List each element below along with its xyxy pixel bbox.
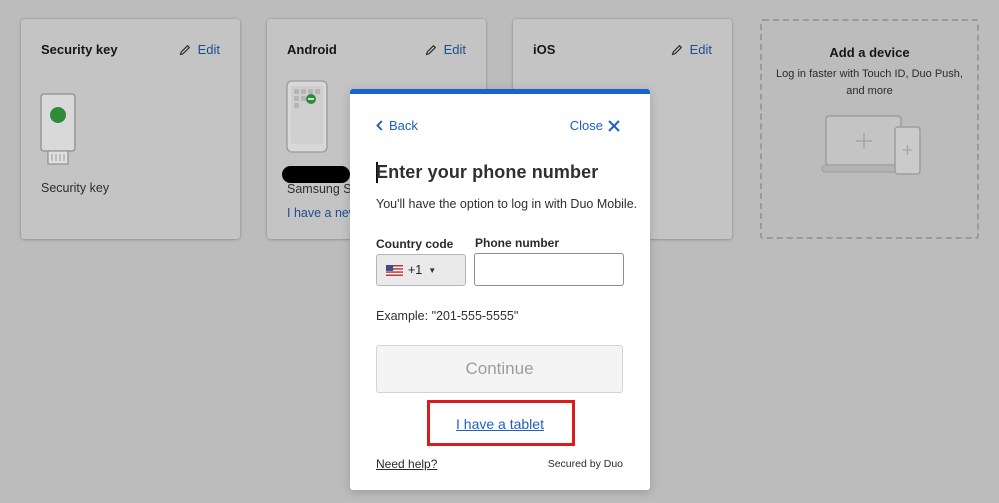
i-have-a-tablet-link[interactable]: I have a tablet [350,416,650,432]
phone-number-label: Phone number [475,236,560,250]
device-card-title: Android [287,42,337,57]
edit-label: Edit [197,42,220,57]
country-code-value: +1 [408,263,423,277]
edit-button[interactable]: Edit [425,42,466,57]
device-name: Samsung Sl [287,182,355,196]
enter-phone-number-dialog: Back Close Enter your phone number You'l… [350,89,650,490]
continue-button[interactable]: Continue [376,345,623,393]
back-button[interactable]: Back [376,118,418,133]
secured-by-duo-text: Secured by Duo [547,458,623,470]
caret-down-icon: ▼ [428,265,437,275]
dialog-description: You'll have the option to log in with Du… [376,197,638,211]
device-card-security-key: Security key Edit Security key [21,19,240,239]
us-flag-icon [386,264,403,276]
country-code-select[interactable]: +1 ▼ [376,254,466,286]
android-phone-icon [286,80,328,153]
edit-label: Edit [689,42,712,57]
device-card-title: iOS [533,42,556,57]
edit-label: Edit [443,42,466,57]
add-device-card[interactable]: Add a device Log in faster with Touch ID… [760,19,979,239]
phone-number-input[interactable] [474,253,624,286]
add-device-title: Add a device [829,45,910,60]
dialog-title: Enter your phone number [376,162,599,182]
edit-button[interactable]: Edit [671,42,712,57]
phone-example-hint: Example: "201-555-5555" [376,309,519,323]
pencil-icon [179,44,190,55]
back-label: Back [389,118,418,133]
i-have-a-new-phone-link[interactable]: I have a new [287,206,358,220]
need-help-link[interactable]: Need help? [376,457,437,471]
redaction-mark [282,166,350,183]
close-label: Close [569,118,603,133]
laptop-tablet-icon [821,115,921,175]
close-button[interactable]: Close [570,118,620,133]
pencil-icon [671,44,682,55]
security-key-icon [40,93,76,165]
close-icon [608,119,620,132]
add-device-subtitle: Log in faster with Touch ID, Duo Push, a… [776,68,963,97]
chevron-left-icon [376,120,383,131]
country-code-label: Country code [376,237,454,251]
device-name: Security key [41,181,110,195]
edit-button[interactable]: Edit [179,42,220,57]
pencil-icon [425,44,436,55]
device-card-title: Security key [41,42,118,57]
